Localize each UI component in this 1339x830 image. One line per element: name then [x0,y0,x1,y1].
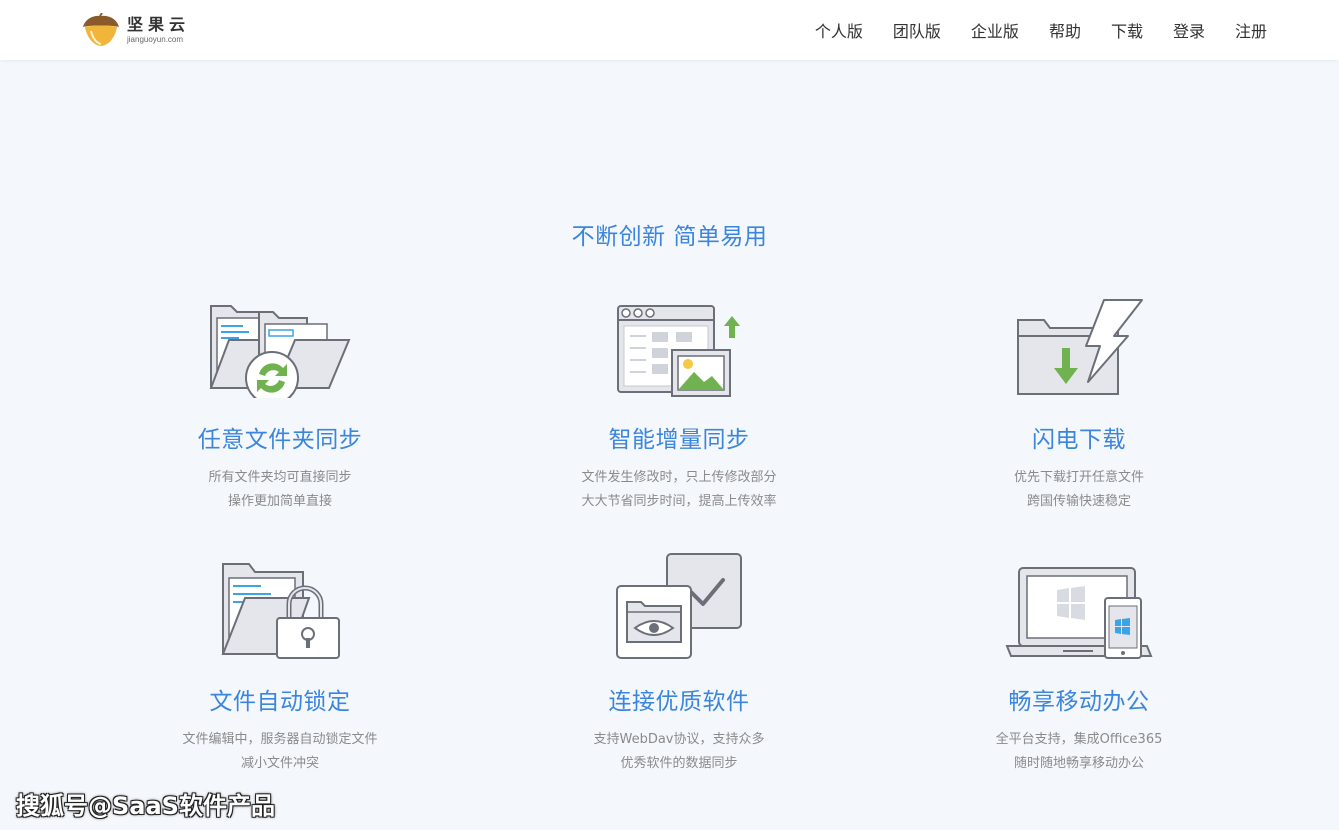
feature-incremental-sync: 智能增量同步 文件发生修改时，只上传修改部分 大大节省同步时间，提高上传效率 [499,288,859,514]
acorn-logo-icon [83,13,119,46]
feature-desc-line: 全平台支持，集成Office365 [995,732,1163,747]
site-header: 坚果云 jianguoyun.com 个人版 团队版 企业版 帮助 下载 登录 … [0,0,1339,60]
feature-desc-line: 文件编辑中，服务器自动锁定文件 [182,732,378,747]
feature-desc-line: 优秀软件的数据同步 [620,756,738,771]
feature-title: 文件自动锁定 [209,689,351,715]
nav-register[interactable]: 注册 [1235,18,1267,42]
feature-desc-line: 大大节省同步时间，提高上传效率 [581,494,777,509]
feature-desc-line: 支持WebDav协议，支持众多 [593,732,765,747]
nav-team[interactable]: 团队版 [893,18,941,42]
nav-login[interactable]: 登录 [1173,18,1205,42]
feature-desc-line: 跨国传输快速稳定 [1026,494,1131,509]
feature-desc-line: 随时随地畅享移动办公 [1013,756,1144,771]
feature-desc-line: 减小文件冲突 [240,756,319,771]
site-logo[interactable]: 坚果云 jianguoyun.com [79,13,190,47]
feature-mobile-office: 畅享移动办公 全平台支持，集成Office365 随时随地畅享移动办公 [899,550,1259,776]
feature-title: 闪电下载 [1032,427,1126,453]
feature-desc-line: 优先下载打开任意文件 [1013,470,1144,485]
section-title: 不断创新 简单易用 [571,224,768,250]
feature-file-lock: 文件自动锁定 文件编辑中，服务器自动锁定文件 减小文件冲突 [100,550,460,776]
feature-desc-line: 操作更加简单直接 [227,494,332,509]
logo-domain: jianguoyun.com [127,34,184,44]
logo-chinese-name: 坚果云 [127,14,191,34]
feature-title: 任意文件夹同步 [197,427,363,453]
feature-lightning-download: 闪电下载 优先下载打开任意文件 跨国传输快速稳定 [899,288,1259,514]
folder-sync-icon [209,305,351,398]
feature-desc-line: 文件发生修改时，只上传修改部分 [581,470,777,485]
top-nav: 个人版 团队版 企业版 帮助 下载 登录 注册 [785,0,1267,60]
feature-connect-software: 连接优质软件 支持WebDav协议，支持众多 优秀软件的数据同步 [499,550,859,776]
nav-help[interactable]: 帮助 [1049,18,1081,42]
folder-lightning-download-icon [1017,299,1143,395]
folder-lock-icon [221,563,340,659]
folder-eye-check-icon [616,553,742,659]
feature-title: 连接优质软件 [608,689,750,715]
nav-download[interactable]: 下载 [1111,18,1143,42]
nav-enterprise[interactable]: 企业版 [971,18,1019,42]
window-image-upload-icon [617,305,740,397]
feature-title: 智能增量同步 [608,427,750,453]
feature-title: 畅享移动办公 [1008,689,1150,715]
laptop-phone-windows-icon [1005,567,1153,659]
nav-personal[interactable]: 个人版 [815,18,863,42]
feature-desc-line: 所有文件夹均可直接同步 [208,470,352,485]
watermark-text: 搜狐号@SaaS软件产品 [16,792,275,820]
feature-folder-sync: 任意文件夹同步 所有文件夹均可直接同步 操作更加简单直接 [100,288,460,514]
